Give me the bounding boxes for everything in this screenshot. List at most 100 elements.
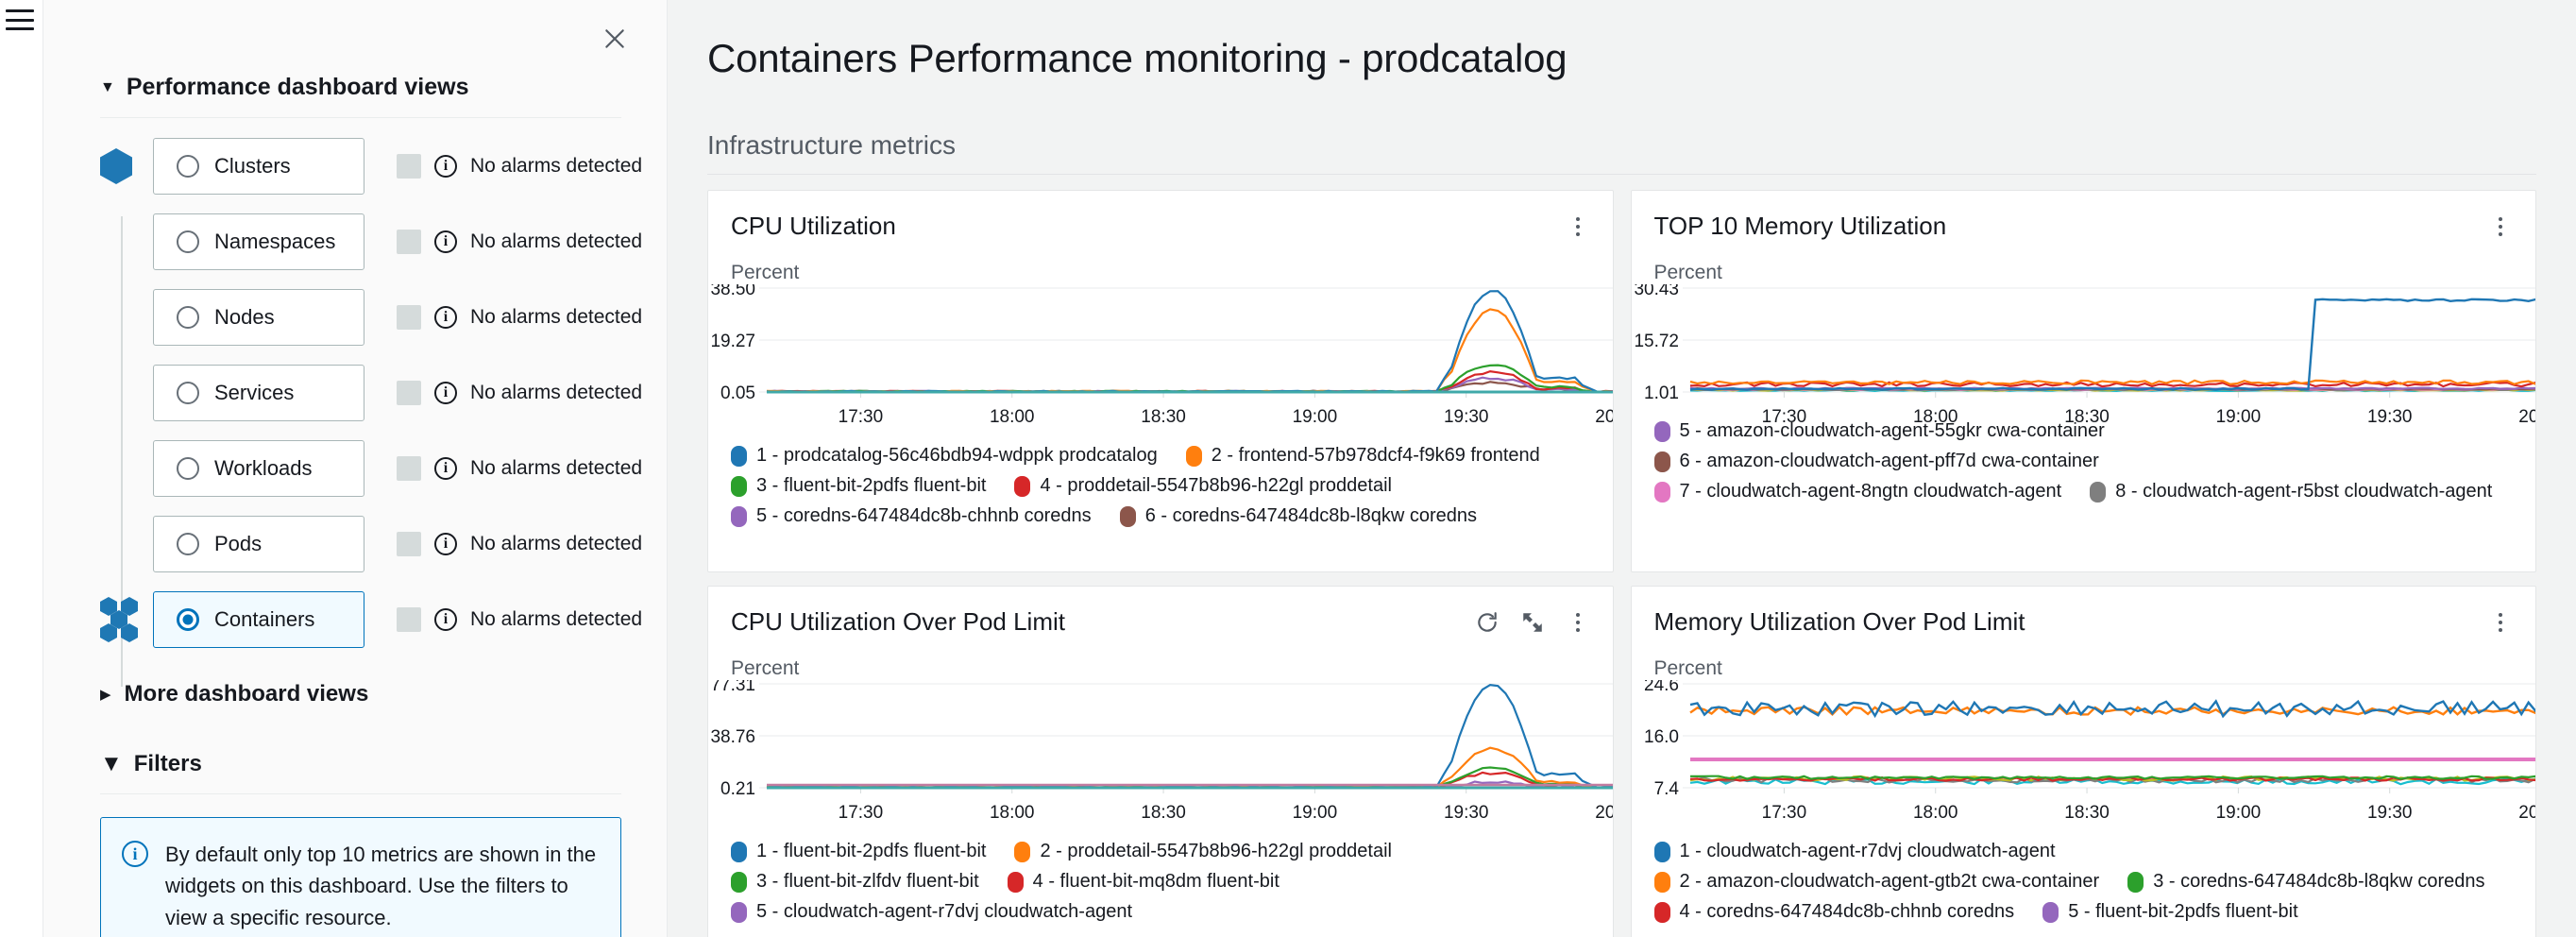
info-icon: i <box>434 457 457 480</box>
alarm-status: i No alarms detected <box>397 305 642 330</box>
legend-label: 1 - cloudwatch-agent-r7dvj cloudwatch-ag… <box>1680 841 2056 862</box>
legend-item[interactable]: 6 - amazon-cloudwatch-agent-pff7d cwa-co… <box>1654 451 2099 472</box>
radio-icon[interactable] <box>177 155 199 178</box>
svg-text:15.72: 15.72 <box>1634 332 1679 351</box>
sidebar-item-services[interactable]: Services <box>153 365 364 421</box>
svg-text:17:30: 17:30 <box>1761 803 1806 823</box>
alarm-status: iNo alarms detected <box>397 230 642 254</box>
legend-item[interactable]: 8 - cloudwatch-agent-r5bst cloudwatch-ag… <box>2090 481 2492 503</box>
alarm-swatch <box>397 532 421 556</box>
radio-icon[interactable] <box>177 306 199 329</box>
legend-label: 4 - fluent-bit-mq8dm fluent-bit <box>1033 871 1280 893</box>
legend-item[interactable]: 5 - fluent-bit-2pdfs fluent-bit <box>2042 901 2297 923</box>
alarm-status: iNo alarms detected <box>397 381 642 405</box>
alarm-status-label: No alarms detected <box>470 533 642 555</box>
legend-item[interactable]: 3 - fluent-bit-zlfdv fluent-bit <box>731 871 979 893</box>
legend-label: 6 - coredns-647484dc8b-l8qkw coredns <box>1145 505 1477 527</box>
kebab-menu-icon[interactable] <box>1566 610 1590 635</box>
legend-item[interactable]: 1 - cloudwatch-agent-r7dvj cloudwatch-ag… <box>1654 841 2056 862</box>
radio-icon[interactable] <box>177 533 199 555</box>
legend-item[interactable]: 3 - coredns-647484dc8b-l8qkw coredns <box>2127 871 2484 893</box>
divider <box>100 793 621 794</box>
svg-text:18:30: 18:30 <box>1141 407 1186 427</box>
widget: CPU Utilization Over Pod LimitPercent77.… <box>707 586 1614 937</box>
sidebar-item-namespaces[interactable]: Namespaces <box>153 213 364 270</box>
svg-text:18:30: 18:30 <box>1141 803 1186 823</box>
sidebar-item-containers[interactable]: Containers <box>153 591 364 648</box>
svg-text:19:30: 19:30 <box>1444 407 1489 427</box>
svg-text:0.05: 0.05 <box>720 383 755 403</box>
sidebar-item-pods[interactable]: Pods <box>153 516 364 572</box>
legend-item[interactable]: 2 - amazon-cloudwatch-agent-gtb2t cwa-co… <box>1654 871 2100 893</box>
legend-color-swatch <box>731 476 747 497</box>
info-icon: i <box>434 155 457 178</box>
sidebar-item-label: Workloads <box>214 456 313 481</box>
alarm-status: iNo alarms detected <box>397 607 642 632</box>
legend-item[interactable]: 5 - coredns-647484dc8b-chhnb coredns <box>731 505 1092 527</box>
sidebar-item-nodes[interactable]: Nodes <box>153 289 364 346</box>
alarm-status-label: No alarms detected <box>470 306 642 329</box>
legend-item[interactable]: 7 - cloudwatch-agent-8ngtn cloudwatch-ag… <box>1654 481 2062 503</box>
radio-icon[interactable] <box>177 457 199 480</box>
legend-color-swatch <box>731 902 747 923</box>
refresh-icon[interactable] <box>1475 610 1500 635</box>
performance-dashboard-views-header[interactable]: ▼ Performance dashboard views <box>100 0 621 101</box>
hamburger-menu-icon[interactable] <box>6 9 34 30</box>
dashboard-view-row: NodesiNo alarms detected <box>100 288 621 347</box>
radio-icon[interactable] <box>177 608 199 631</box>
kebab-menu-icon[interactable] <box>2488 610 2513 635</box>
alarm-status: iNo alarms detected <box>397 532 642 556</box>
alarm-swatch <box>397 381 421 405</box>
close-icon[interactable] <box>597 21 633 57</box>
y-axis-unit-label: Percent <box>708 637 1613 680</box>
legend-label: 1 - fluent-bit-2pdfs fluent-bit <box>756 841 986 862</box>
widget-header: TOP 10 Memory Utilization <box>1632 191 2536 241</box>
sidebar-item-label: Containers <box>214 607 314 632</box>
info-icon: i <box>122 841 148 867</box>
alarm-swatch <box>397 456 421 481</box>
infrastructure-metrics-heading: Infrastructure metrics <box>707 130 2536 161</box>
legend-label: 8 - cloudwatch-agent-r5bst cloudwatch-ag… <box>2115 481 2492 503</box>
kebab-menu-icon[interactable] <box>1566 214 1590 239</box>
legend-item[interactable]: 5 - cloudwatch-agent-r7dvj cloudwatch-ag… <box>731 901 1132 923</box>
legend-color-swatch <box>1186 446 1202 467</box>
filters-toggle[interactable]: ▼ Filters <box>100 751 621 777</box>
page-title: Containers Performance monitoring - prod… <box>707 36 2536 81</box>
legend-item[interactable]: 6 - coredns-647484dc8b-l8qkw coredns <box>1120 505 1477 527</box>
legend-item[interactable]: 1 - fluent-bit-2pdfs fluent-bit <box>731 841 986 862</box>
legend-label: 2 - amazon-cloudwatch-agent-gtb2t cwa-co… <box>1680 871 2100 893</box>
legend-item[interactable]: 1 - prodcatalog-56c46bdb94-wdppk prodcat… <box>731 445 1158 467</box>
alarm-status-label: No alarms detected <box>470 608 642 631</box>
app-root: ▼ Performance dashboard views ClustersiN… <box>0 0 2576 937</box>
svg-text:18:00: 18:00 <box>1912 407 1957 427</box>
legend-color-swatch <box>2090 482 2106 503</box>
kebab-menu-icon[interactable] <box>2488 214 2513 239</box>
svg-text:19.27: 19.27 <box>710 332 755 351</box>
alarm-swatch <box>397 230 421 254</box>
legend-label: 3 - fluent-bit-zlfdv fluent-bit <box>756 871 979 893</box>
svg-text:1.01: 1.01 <box>1644 383 1679 403</box>
sidebar-item-clusters[interactable]: Clusters <box>153 138 364 195</box>
radio-icon[interactable] <box>177 230 199 253</box>
legend-item[interactable]: 4 - proddetail-5547b8b96-h22gl proddetai… <box>1014 475 1392 497</box>
svg-text:24.6: 24.6 <box>1644 680 1679 695</box>
info-icon: i <box>434 306 457 329</box>
legend-color-swatch <box>1654 902 1670 923</box>
widget-actions <box>1475 607 1590 635</box>
legend-item[interactable]: 2 - proddetail-5547b8b96-h22gl proddetai… <box>1014 841 1392 862</box>
legend-item[interactable]: 4 - coredns-647484dc8b-chhnb coredns <box>1654 901 2015 923</box>
chart-plot: 38.5019.270.0517:3018:0018:3019:0019:302… <box>708 284 1614 439</box>
svg-text:19:00: 19:00 <box>1293 803 1338 823</box>
svg-text:19:00: 19:00 <box>2215 407 2261 427</box>
legend-color-swatch <box>2042 902 2059 923</box>
alarm-status-label: No alarms detected <box>470 155 642 178</box>
more-dashboard-views-toggle[interactable]: ▶ More dashboard views <box>100 681 621 707</box>
radio-icon[interactable] <box>177 382 199 404</box>
nav-rail <box>0 0 43 937</box>
expand-icon[interactable] <box>1520 610 1545 635</box>
legend-item[interactable]: 4 - fluent-bit-mq8dm fluent-bit <box>1008 871 1280 893</box>
legend-item[interactable]: 3 - fluent-bit-2pdfs fluent-bit <box>731 475 986 497</box>
filters-info-alert: i By default only top 10 metrics are sho… <box>100 817 621 937</box>
sidebar-item-workloads[interactable]: Workloads <box>153 440 364 497</box>
legend-item[interactable]: 2 - frontend-57b978dcf4-f9k69 frontend <box>1186 445 1540 467</box>
